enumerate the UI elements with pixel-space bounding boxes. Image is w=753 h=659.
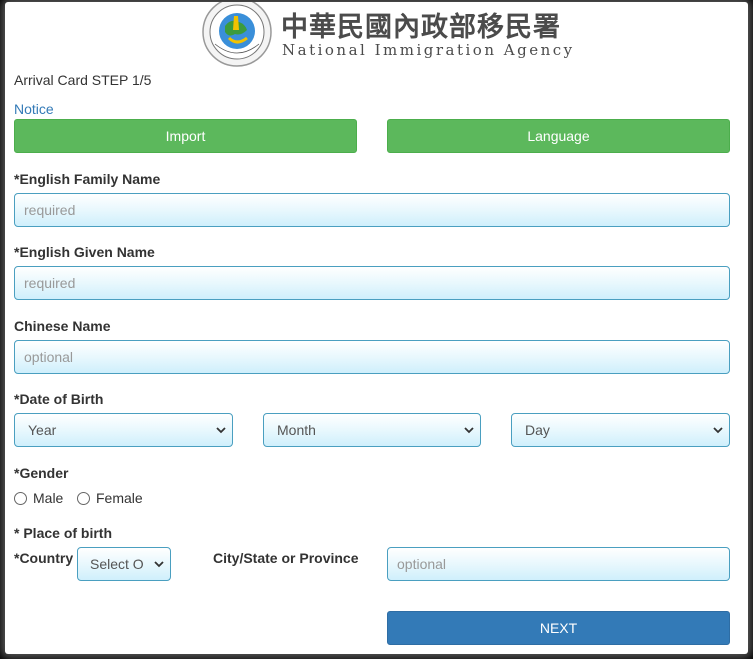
step-indicator: Arrival Card STEP 1/5: [14, 72, 152, 88]
given-name-label: *English Given Name: [14, 244, 155, 260]
gender-male-label: Male: [33, 490, 64, 506]
country-select[interactable]: Select O: [77, 547, 171, 581]
given-name-input[interactable]: required: [14, 266, 730, 300]
chevron-down-icon: [216, 427, 226, 434]
agency-logo: [201, 2, 273, 68]
chinese-name-input[interactable]: optional: [14, 340, 730, 374]
next-button[interactable]: NEXT: [387, 611, 730, 645]
place-of-birth-label: * Place of birth: [14, 525, 113, 541]
agency-name-chinese: 中華民國內政部移民署: [281, 12, 561, 43]
family-name-placeholder: required: [24, 202, 76, 218]
dob-day-value: Day: [525, 422, 550, 438]
dob-month-select[interactable]: Month: [263, 413, 481, 447]
gender-female-label: Female: [96, 490, 143, 506]
notice-link[interactable]: Notice: [14, 101, 54, 117]
chevron-down-icon: [464, 427, 474, 434]
import-button[interactable]: Import: [14, 119, 357, 153]
family-name-label: *English Family Name: [14, 171, 161, 187]
country-select-value: Select O: [90, 556, 144, 572]
gender-label: *Gender: [14, 465, 69, 481]
gender-male-option[interactable]: Male: [14, 490, 63, 506]
gender-female-option[interactable]: Female: [77, 490, 143, 506]
city-province-input[interactable]: optional: [387, 547, 730, 581]
dob-day-select[interactable]: Day: [511, 413, 730, 447]
dob-month-value: Month: [277, 422, 316, 438]
arrival-card-form: 中華民國內政部移民署 National Immigration Agency A…: [5, 2, 748, 654]
country-label: *Country: [14, 550, 74, 566]
given-name-placeholder: required: [24, 275, 76, 291]
chinese-name-label: Chinese Name: [14, 318, 111, 334]
family-name-input[interactable]: required: [14, 193, 730, 227]
dob-label: *Date of Birth: [14, 391, 104, 407]
city-province-label: City/State or Province: [213, 550, 359, 566]
chinese-name-placeholder: optional: [24, 349, 74, 365]
city-province-placeholder: optional: [397, 556, 447, 572]
gender-female-radio[interactable]: [77, 491, 90, 505]
chevron-down-icon: [154, 561, 164, 568]
agency-name-english: National Immigration Agency: [282, 41, 575, 59]
dob-year-select[interactable]: Year: [14, 413, 233, 447]
language-button[interactable]: Language: [387, 119, 730, 153]
dob-year-value: Year: [28, 422, 57, 438]
gender-male-radio[interactable]: [14, 491, 27, 505]
chevron-down-icon: [713, 427, 723, 434]
